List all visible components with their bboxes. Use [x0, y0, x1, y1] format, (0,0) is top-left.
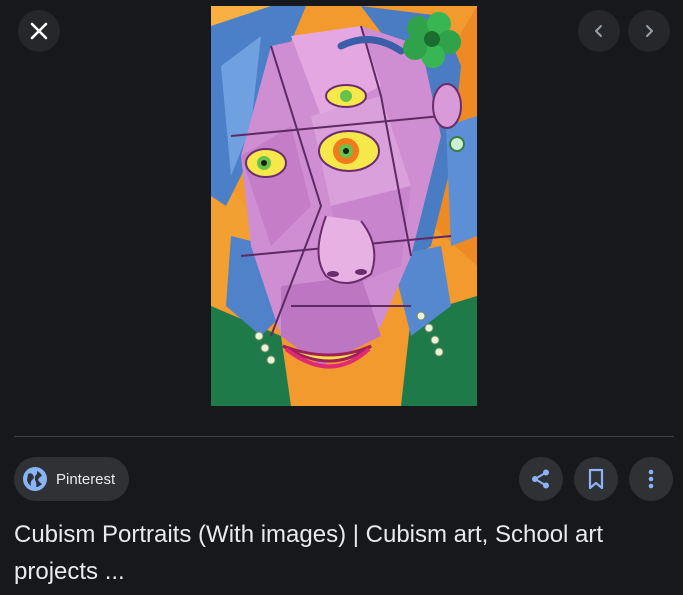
globe-icon	[22, 466, 48, 492]
more-vertical-icon	[648, 469, 654, 489]
close-icon	[30, 22, 48, 40]
source-label: Pinterest	[56, 470, 116, 488]
preview-image[interactable]	[211, 6, 477, 406]
share-icon	[532, 469, 549, 489]
save-button[interactable]	[574, 457, 618, 501]
chevron-left-icon	[595, 25, 602, 37]
next-image-button[interactable]	[628, 10, 670, 52]
image-title-link[interactable]: Cubism Portraits (With images) | Cubism …	[14, 516, 664, 590]
share-button[interactable]	[519, 457, 563, 501]
previous-image-button[interactable]	[578, 10, 620, 52]
chevron-right-icon	[646, 25, 653, 37]
bookmark-icon	[588, 468, 604, 490]
source-chip[interactable]: Pinterest	[14, 457, 130, 501]
cubism-portrait-illustration	[211, 6, 477, 406]
image-viewer: Pinterest Cubism Portraits (With images)…	[0, 0, 683, 595]
close-button[interactable]	[18, 10, 60, 52]
more-options-button[interactable]	[629, 457, 673, 501]
divider	[14, 436, 674, 437]
